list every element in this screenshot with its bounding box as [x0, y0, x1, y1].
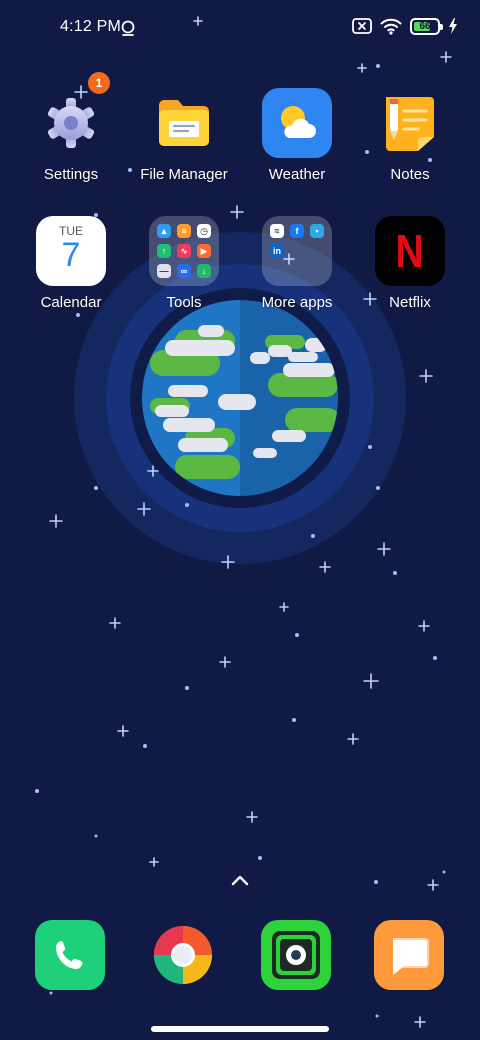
clock-mini-icon: ◷ [197, 224, 211, 238]
app-label: Calendar [40, 294, 102, 311]
app-notes[interactable]: Notes [350, 88, 470, 183]
dock-camera[interactable] [261, 920, 331, 990]
app-calendar[interactable]: TUE 7 Calendar [11, 216, 131, 311]
netflix-logo: N [395, 225, 425, 277]
home-indicator[interactable] [151, 1026, 329, 1032]
notification-badge: 1 [88, 72, 110, 94]
gear-icon: 1 [36, 72, 110, 158]
charging-icon [449, 18, 457, 34]
calendar-date: 7 [61, 236, 81, 274]
shop-mini-icon: ≈ [270, 224, 284, 238]
app-folder-more-apps[interactable]: ≈ f ▪ in More apps [237, 216, 357, 311]
dock-phone[interactable] [35, 920, 105, 990]
camera-icon [272, 931, 320, 979]
tools-folder-icon: ▲ ≡ ◷ ↑ ∿ ▶ — ∞ ↓ [149, 216, 219, 286]
app-label: File Manager [140, 166, 228, 183]
linkedin-mini-icon: in [270, 244, 284, 258]
video-mini-icon: ▶ [197, 244, 211, 258]
calculator-mini-icon: ≡ [177, 224, 191, 238]
no-sim-icon [352, 18, 372, 34]
notepad-icon [375, 88, 445, 158]
app-file-manager[interactable]: File Manager [124, 88, 244, 183]
wifi-icon [380, 18, 402, 35]
battery-icon: 66 [410, 17, 443, 35]
facebook-mini-icon: f [290, 224, 304, 238]
battery-level: 66 [419, 20, 431, 32]
more-apps-folder-icon: ≈ f ▪ in [262, 216, 332, 286]
contacts-mini-icon: ▲ [157, 224, 171, 238]
status-icons: 66 [352, 17, 458, 35]
app-label: Notes [390, 166, 430, 183]
calendar-icon: TUE 7 [36, 216, 106, 286]
dock-messages[interactable] [374, 920, 444, 990]
compass-mini-icon: ↑ [157, 244, 171, 258]
app-label: Tools [166, 294, 202, 311]
status-time: 4:12 PM [60, 18, 121, 35]
messages-icon [393, 938, 429, 975]
app-label: Netflix [389, 294, 431, 311]
sun-cloud-icon [262, 88, 332, 158]
status-bar: 4:12 PM 66 [0, 0, 480, 56]
app-label: Weather [268, 166, 326, 183]
scanner-mini-icon: — [157, 264, 171, 278]
dock-browser[interactable] [148, 920, 218, 990]
browser-icon [154, 926, 212, 984]
chevron-up-icon[interactable] [228, 872, 252, 890]
recorder-mini-icon: ∿ [177, 244, 191, 258]
downloads-mini-icon: ↓ [197, 264, 211, 278]
app-label: Settings [43, 166, 99, 183]
app-settings[interactable]: 1 Settings [11, 72, 131, 183]
app-mini-icon: ▪ [310, 224, 324, 238]
app-label: More apps [261, 294, 333, 311]
folder-icon [149, 88, 219, 158]
netflix-icon: N [375, 216, 445, 286]
app-weather[interactable]: Weather [237, 88, 357, 183]
alarm-icon [121, 20, 135, 36]
app-netflix[interactable]: N Netflix [350, 216, 470, 311]
app-folder-tools[interactable]: ▲ ≡ ◷ ↑ ∿ ▶ — ∞ ↓ Tools [124, 216, 244, 311]
mi-mover-mini-icon: ∞ [177, 264, 191, 278]
phone-icon [56, 941, 83, 969]
